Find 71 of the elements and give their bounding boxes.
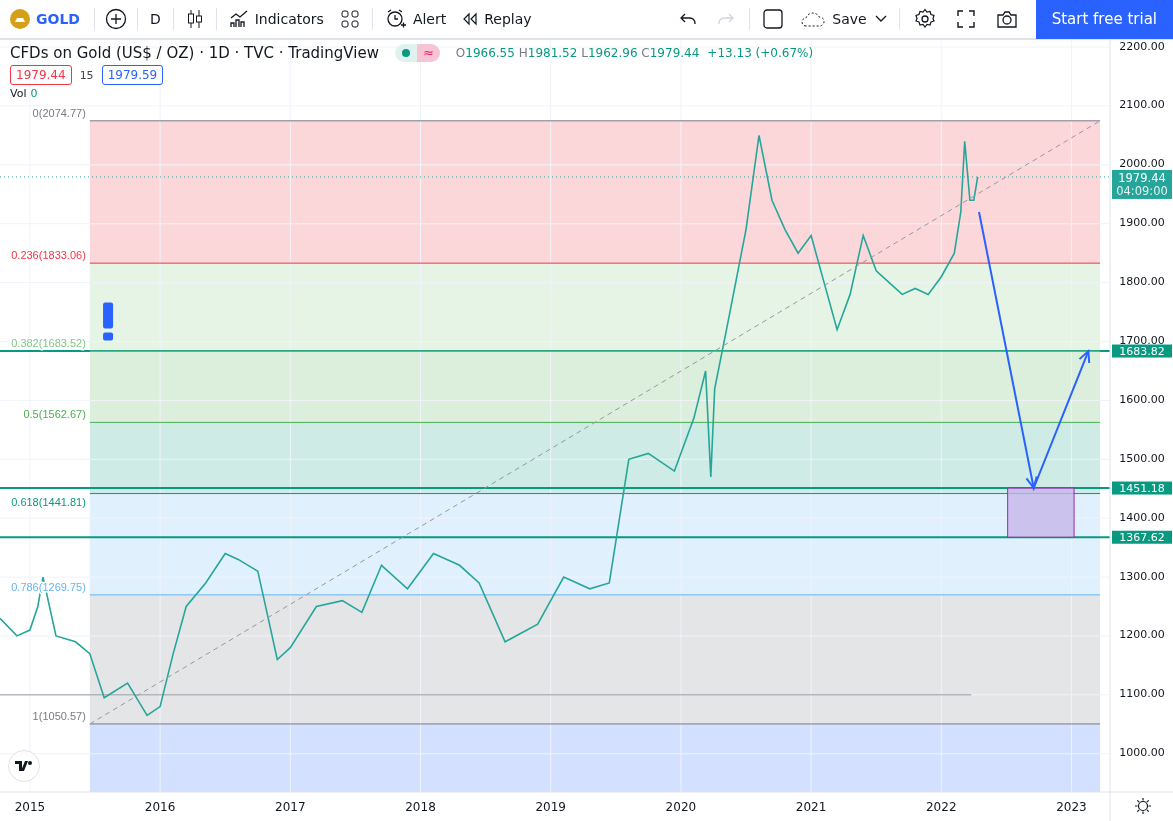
- price-axis-label: 1500.00: [1119, 451, 1165, 465]
- fullscreen-icon[interactable]: [955, 9, 976, 29]
- square-icon[interactable]: [762, 8, 785, 30]
- time-axis-label: 2020: [665, 800, 697, 814]
- sell-price[interactable]: 1979.44: [10, 65, 72, 85]
- price-axis-label: 1200.00: [1119, 628, 1165, 642]
- price-axis-label: 1700.00: [1119, 334, 1165, 347]
- fib-label: 0.382(1683.52): [11, 337, 86, 350]
- alarm-clock-icon: [384, 8, 407, 30]
- price-axis-label: 2000.00: [1119, 157, 1165, 171]
- price-change: +13.13 (+0.67%): [707, 46, 814, 60]
- symbol-logo-icon: [10, 9, 30, 29]
- ref-line-label: 1367.62: [1119, 531, 1165, 545]
- indicators-button[interactable]: Indicators: [220, 3, 332, 35]
- chart-title: CFDs on Gold (US$ / OZ) · 1D · TVC · TradingView: [10, 44, 379, 62]
- price-axis-label: 1900.00: [1119, 216, 1165, 230]
- interval-button[interactable]: D: [141, 3, 169, 35]
- time-axis-label: 2019: [535, 800, 566, 814]
- price-axis-label: 1100.00: [1119, 687, 1165, 701]
- chevron-down-icon[interactable]: [874, 15, 887, 23]
- time-axis-label: 2022: [926, 800, 957, 814]
- ohlc-value: C1979.44: [641, 46, 700, 60]
- time-axis-label: 2016: [144, 800, 176, 814]
- price-axis-label: 2100.00: [1119, 98, 1165, 112]
- time-axis-label: 2018: [405, 800, 436, 814]
- chart-icon: [228, 9, 249, 29]
- symbol-button[interactable]: GOLD: [0, 9, 90, 29]
- undo-icon[interactable]: [679, 12, 698, 26]
- time-axis-label: 2021: [795, 800, 827, 814]
- fib-label: 0.236(1833.06): [11, 249, 86, 262]
- alert-button[interactable]: Alert: [376, 3, 455, 35]
- logo-icon[interactable]: [8, 750, 40, 782]
- ref-line-label: 1979.44: [1118, 170, 1166, 185]
- buy-price[interactable]: 1979.59: [101, 65, 164, 85]
- ref-line-label: 1451.18: [1119, 482, 1165, 496]
- time-axis-label: 2023: [1056, 800, 1087, 814]
- spread-value: 15: [79, 68, 94, 82]
- fib-label: 0.618(1441.81): [11, 495, 86, 508]
- time-axis-label: 2017: [275, 800, 306, 814]
- time-axis-label: 2015: [14, 800, 46, 814]
- ohlc-value: H1981.52: [518, 46, 579, 60]
- ohlc-value: L1962.96: [581, 46, 639, 60]
- fib-label: 1(1050.57): [32, 709, 86, 722]
- volume-label: Vol: [10, 88, 27, 100]
- settings-icon[interactable]: [1134, 797, 1152, 815]
- price-label: 1979.44 04:09:00: [1112, 169, 1172, 199]
- layout-grid-icon[interactable]: [339, 9, 360, 29]
- ref-line-label: 1683.82: [1119, 345, 1165, 359]
- price-axis-label: 1000.00: [1119, 746, 1165, 760]
- settings-icon[interactable]: [913, 8, 936, 30]
- price-label: 1451.18: [1112, 481, 1172, 496]
- range-box: [1007, 487, 1075, 538]
- start-trial-button[interactable]: Start free trial: [1035, 0, 1173, 39]
- replay-button[interactable]: Replay: [454, 3, 540, 35]
- price-label: 1367.62: [1112, 530, 1172, 545]
- add-icon[interactable]: [104, 8, 127, 30]
- price-axis-label: 1600.00: [1119, 392, 1165, 406]
- price-axis-label: 1800.00: [1119, 275, 1165, 289]
- camera-icon[interactable]: [995, 9, 1018, 29]
- cloud-icon: [800, 10, 827, 28]
- fib-label: 0(2074.77): [32, 106, 86, 119]
- price-axis-label: 2200.00: [1119, 40, 1165, 53]
- volume-value: 0: [30, 88, 38, 100]
- price-axis-label: 1400.00: [1119, 510, 1165, 524]
- ohlc-value: O1966.55: [455, 46, 516, 60]
- price-label: 1683.82: [1112, 344, 1172, 359]
- fib-label: 0.5(1562.67): [23, 408, 86, 421]
- save-button[interactable]: Save: [792, 3, 875, 35]
- price-axis-label: 1300.00: [1119, 569, 1165, 583]
- exclamation-icon: [103, 302, 114, 341]
- rewind-icon: [462, 12, 479, 26]
